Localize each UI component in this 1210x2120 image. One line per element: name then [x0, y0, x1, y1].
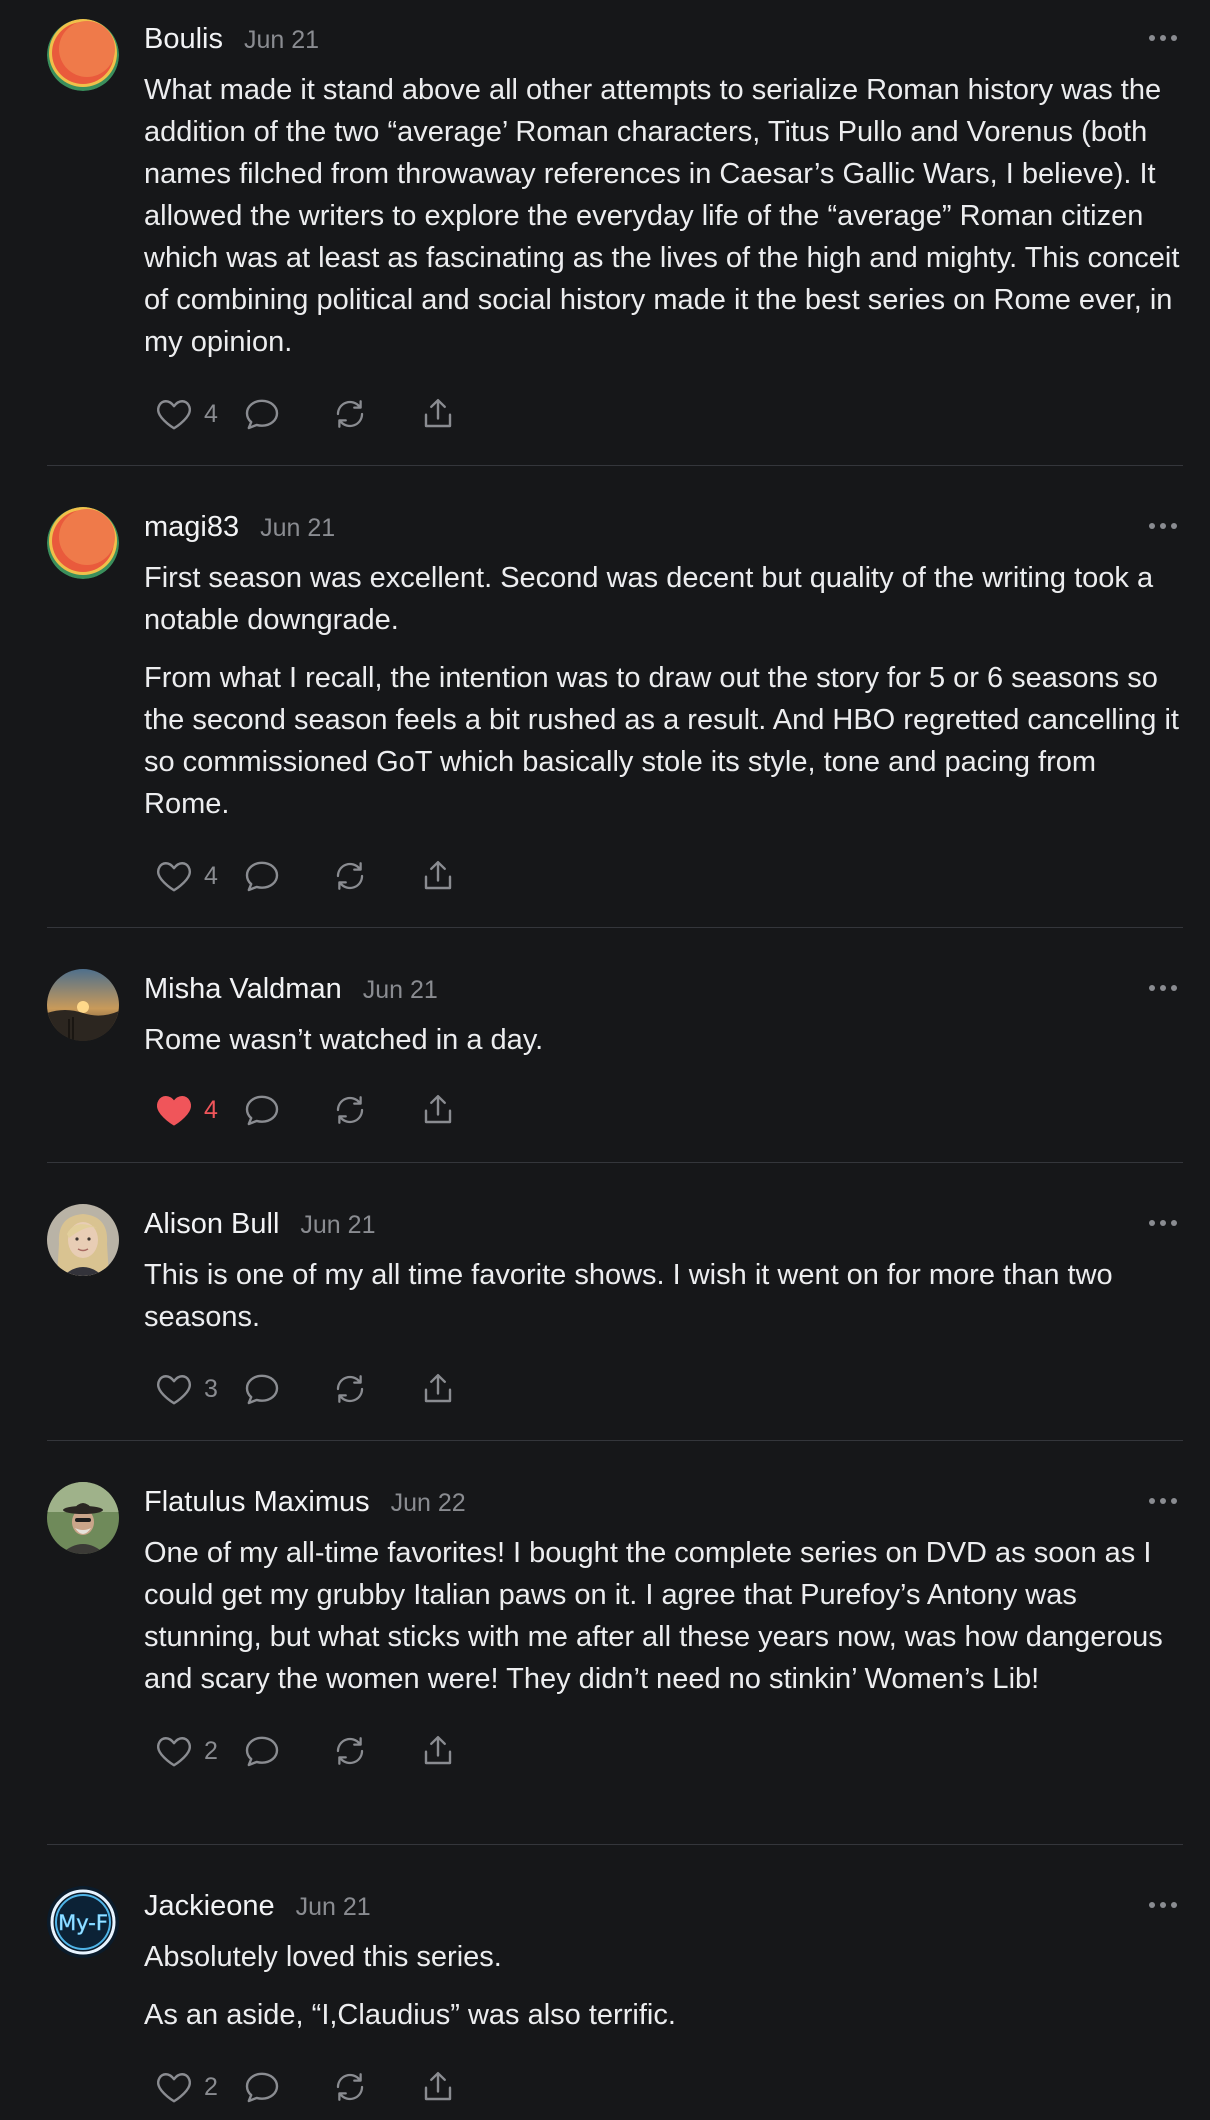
- restack-icon: [336, 1096, 364, 1124]
- heart-icon: [157, 400, 191, 430]
- like-button[interactable]: 4: [156, 392, 244, 436]
- comment-bubble-icon: [245, 399, 279, 430]
- like-count: 2: [204, 2072, 218, 2101]
- heart-icon: [157, 862, 191, 892]
- reply-button[interactable]: [244, 2065, 332, 2109]
- avatar[interactable]: [47, 969, 119, 1041]
- reply-button[interactable]: [244, 854, 332, 898]
- share-button[interactable]: [420, 2065, 480, 2109]
- comment-text: One of my all-time favorites! I bought t…: [144, 1537, 1163, 1695]
- restack-button[interactable]: [332, 1088, 420, 1132]
- restack-icon: [336, 400, 364, 428]
- reply-button[interactable]: [244, 1729, 332, 1773]
- restack-button[interactable]: [332, 1729, 420, 1773]
- more-options-icon[interactable]: [1149, 985, 1177, 993]
- comment: My-F Jackieone Jun 21 Absolutely loved t…: [47, 1845, 1183, 2120]
- share-icon: [424, 1736, 452, 1765]
- comment: Misha Valdman Jun 21 Rome wasn’t watched…: [47, 928, 1183, 1163]
- more-options-icon[interactable]: [1149, 1902, 1177, 1910]
- comment-text: As an aside, “I,Claudius” was also terri…: [144, 1999, 676, 2031]
- comment-bubble-icon: [245, 1374, 279, 1405]
- comment-text: From what I recall, the intention was to…: [144, 662, 1179, 820]
- share-button[interactable]: [420, 854, 480, 898]
- restack-button[interactable]: [332, 392, 420, 436]
- comment-bubble-icon: [245, 1736, 279, 1767]
- restack-icon: [336, 1737, 364, 1765]
- restack-button[interactable]: [332, 854, 420, 898]
- like-count: 4: [204, 1095, 218, 1124]
- like-count: 2: [204, 1736, 218, 1765]
- heart-filled-icon: [157, 1096, 191, 1126]
- reply-button[interactable]: [244, 1088, 332, 1132]
- comment-date[interactable]: Jun 21: [260, 509, 335, 547]
- author-name[interactable]: magi83: [144, 508, 239, 546]
- author-name[interactable]: Jackieone: [144, 1887, 275, 1925]
- more-options-icon[interactable]: [1149, 35, 1177, 43]
- like-button[interactable]: 3: [156, 1367, 244, 1411]
- share-button[interactable]: [420, 392, 480, 436]
- restack-icon: [336, 862, 364, 890]
- share-button[interactable]: [420, 1367, 480, 1411]
- comment: Boulis Jun 21 What made it stand above a…: [47, 0, 1183, 466]
- avatar[interactable]: [47, 1482, 119, 1554]
- avatar[interactable]: [47, 19, 119, 91]
- more-options-icon[interactable]: [1149, 1220, 1177, 1228]
- like-count: 4: [204, 861, 218, 890]
- share-icon: [424, 2072, 452, 2101]
- comment: magi83 Jun 21 First season was excellent…: [47, 466, 1183, 928]
- comment-date[interactable]: Jun 21: [300, 1206, 375, 1244]
- like-count: 3: [204, 1374, 218, 1403]
- share-icon: [424, 861, 452, 890]
- like-button[interactable]: 4: [156, 854, 244, 898]
- comment-date[interactable]: Jun 22: [391, 1484, 466, 1522]
- author-name[interactable]: Alison Bull: [144, 1205, 279, 1243]
- comment-text: Rome wasn’t watched in a day.: [144, 1024, 544, 1056]
- restack-button[interactable]: [332, 2065, 420, 2109]
- comment-thread: Boulis Jun 21 What made it stand above a…: [47, 0, 1183, 2120]
- like-button[interactable]: 2: [156, 1729, 244, 1773]
- share-icon: [424, 1374, 452, 1403]
- comment-date[interactable]: Jun 21: [296, 1888, 371, 1926]
- comment-bubble-icon: [245, 1095, 279, 1126]
- restack-icon: [336, 2073, 364, 2101]
- avatar[interactable]: My-F: [47, 1886, 119, 1958]
- comment: Flatulus Maximus Jun 22 One of my all-ti…: [47, 1441, 1183, 1845]
- restack-button[interactable]: [332, 1367, 420, 1411]
- avatar[interactable]: [47, 1204, 119, 1276]
- more-options-icon[interactable]: [1149, 1498, 1177, 1506]
- comment-bubble-icon: [245, 2072, 279, 2103]
- share-button[interactable]: [420, 1088, 480, 1132]
- like-button[interactable]: 4: [156, 1088, 244, 1132]
- like-count: 4: [204, 399, 218, 428]
- comment-date[interactable]: Jun 21: [244, 21, 319, 59]
- share-button[interactable]: [420, 1729, 480, 1773]
- like-button[interactable]: 2: [156, 2065, 244, 2109]
- share-icon: [424, 399, 452, 428]
- comment-text: What made it stand above all other attem…: [144, 74, 1180, 358]
- restack-icon: [336, 1375, 364, 1403]
- comment-text: This is one of my all time favorite show…: [144, 1259, 1113, 1333]
- heart-icon: [157, 2073, 191, 2103]
- reply-button[interactable]: [244, 1367, 332, 1411]
- reply-button[interactable]: [244, 392, 332, 436]
- comment-date[interactable]: Jun 21: [363, 971, 438, 1009]
- author-name[interactable]: Boulis: [144, 20, 223, 58]
- more-options-icon[interactable]: [1149, 523, 1177, 531]
- author-name[interactable]: Flatulus Maximus: [144, 1483, 370, 1521]
- author-name[interactable]: Misha Valdman: [144, 970, 342, 1008]
- comment-text: First season was excellent. Second was d…: [144, 562, 1154, 636]
- heart-icon: [157, 1737, 191, 1767]
- avatar-text: My-F: [58, 1911, 108, 1935]
- comment: Alison Bull Jun 21 This is one of my all…: [47, 1163, 1183, 1441]
- comment-text: Absolutely loved this series.: [144, 1941, 502, 1973]
- heart-icon: [157, 1375, 191, 1405]
- avatar[interactable]: [47, 507, 119, 579]
- comment-bubble-icon: [245, 861, 279, 892]
- share-icon: [424, 1095, 452, 1124]
